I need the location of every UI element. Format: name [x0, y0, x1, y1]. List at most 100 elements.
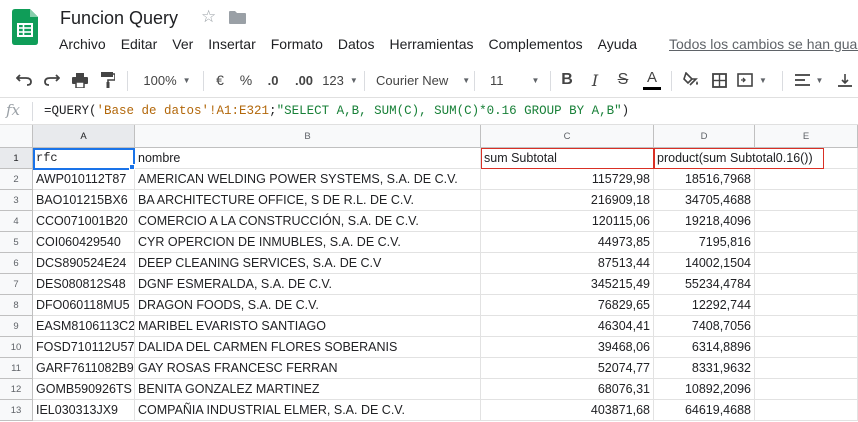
column-header-d[interactable]: D [654, 125, 755, 148]
text-color-button[interactable]: A [640, 62, 664, 98]
decrease-decimals-button[interactable]: .0 [260, 62, 286, 98]
cell-rfc[interactable]: DCS890524E24 [33, 253, 135, 274]
menu-complementos[interactable]: Complementos [488, 36, 582, 52]
borders-icon[interactable] [707, 62, 731, 98]
bold-button[interactable]: B [556, 62, 578, 98]
cell-rfc[interactable]: CCO071001B20 [33, 211, 135, 232]
empty-cell[interactable] [755, 316, 858, 337]
cell-product[interactable]: 55234,4784 [654, 274, 755, 295]
vertical-align-icon[interactable] [834, 62, 856, 98]
row-header[interactable]: 11 [0, 358, 33, 379]
cell-nombre[interactable]: MARIBEL EVARISTO SANTIAGO [135, 316, 481, 337]
row-header[interactable]: 9 [0, 316, 33, 337]
cell-sum-subtotal[interactable]: 44973,85 [481, 232, 654, 253]
currency-format-button[interactable]: € [210, 62, 230, 98]
star-icon[interactable]: ☆ [201, 7, 216, 27]
column-header-e[interactable]: E [755, 125, 858, 148]
cell-nombre[interactable]: COMPAÑIA INDUSTRIAL ELMER, S.A. DE C.V. [135, 400, 481, 421]
cell-product[interactable]: 8331,9632 [654, 358, 755, 379]
fill-handle[interactable] [129, 164, 135, 170]
cell-sum-subtotal[interactable]: 120115,06 [481, 211, 654, 232]
fill-color-icon[interactable] [679, 62, 703, 98]
row-header[interactable]: 1 [0, 148, 33, 169]
cell-product[interactable]: 7195,816 [654, 232, 755, 253]
header-cell-product[interactable]: product(sum Subtotal0.16()) [654, 148, 824, 169]
menu-herramientas[interactable]: Herramientas [389, 36, 473, 52]
zoom-select[interactable]: 100% ▼ [138, 62, 196, 98]
formula-input[interactable]: =QUERY('Base de datos'!A1:E321;"SELECT A… [44, 104, 629, 118]
column-header-a[interactable]: A [33, 125, 135, 148]
cell-sum-subtotal[interactable]: 68076,31 [481, 379, 654, 400]
document-title[interactable]: Funcion Query [60, 8, 178, 29]
cell-product[interactable]: 18516,7968 [654, 169, 755, 190]
row-header[interactable]: 4 [0, 211, 33, 232]
row-header[interactable]: 10 [0, 337, 33, 358]
cell-sum-subtotal[interactable]: 345215,49 [481, 274, 654, 295]
empty-cell[interactable] [755, 337, 858, 358]
cell-product[interactable]: 7408,7056 [654, 316, 755, 337]
cell-product[interactable]: 19218,4096 [654, 211, 755, 232]
folder-icon[interactable] [229, 11, 246, 24]
font-size-select[interactable]: 11 ▼ [482, 62, 544, 98]
cell-sum-subtotal[interactable]: 52074,77 [481, 358, 654, 379]
cell-nombre[interactable]: AMERICAN WELDING POWER SYSTEMS, S.A. DE … [135, 169, 481, 190]
cell-nombre[interactable]: DEEP CLEANING SERVICES, S.A. DE C.V [135, 253, 481, 274]
cell-product[interactable]: 10892,2096 [654, 379, 755, 400]
cell-rfc[interactable]: AWP010112T87 [33, 169, 135, 190]
row-header[interactable]: 8 [0, 295, 33, 316]
menu-datos[interactable]: Datos [338, 36, 375, 52]
header-cell-nombre[interactable]: nombre [135, 148, 481, 169]
cell-rfc[interactable]: FOSD710112U57 [33, 337, 135, 358]
cell-product[interactable]: 34705,4688 [654, 190, 755, 211]
column-header-c[interactable]: C [481, 125, 654, 148]
cell-rfc[interactable]: DFO060118MU5 [33, 295, 135, 316]
increase-decimals-button[interactable]: .00 [289, 62, 319, 98]
cell-product[interactable]: 14002,1504 [654, 253, 755, 274]
cell-rfc[interactable]: GARF7611082B9 [33, 358, 135, 379]
select-all-corner[interactable] [0, 125, 33, 148]
sheets-logo-icon[interactable] [12, 9, 38, 45]
cell-sum-subtotal[interactable]: 115729,98 [481, 169, 654, 190]
row-header[interactable]: 3 [0, 190, 33, 211]
undo-icon[interactable] [12, 62, 36, 98]
print-icon[interactable] [68, 62, 92, 98]
empty-cell[interactable] [824, 148, 858, 169]
cell-sum-subtotal[interactable]: 216909,18 [481, 190, 654, 211]
empty-cell[interactable] [755, 400, 858, 421]
row-header[interactable]: 5 [0, 232, 33, 253]
cell-rfc[interactable]: IEL030313JX9 [33, 400, 135, 421]
paint-format-icon[interactable] [96, 62, 120, 98]
cell-rfc[interactable]: DES080812S48 [33, 274, 135, 295]
italic-button[interactable]: I [584, 62, 606, 98]
strikethrough-button[interactable]: S [612, 62, 634, 98]
empty-cell[interactable] [755, 190, 858, 211]
cell-nombre[interactable]: DALIDA DEL CARMEN FLORES SOBERANIS [135, 337, 481, 358]
cell-sum-subtotal[interactable]: 46304,41 [481, 316, 654, 337]
cell-product[interactable]: 6314,8896 [654, 337, 755, 358]
cell-sum-subtotal[interactable]: 39468,06 [481, 337, 654, 358]
header-cell-rfc[interactable]: rfc [33, 148, 135, 169]
cell-rfc[interactable]: BAO101215BX6 [33, 190, 135, 211]
more-formats-button[interactable]: 123 ▼ [320, 62, 360, 98]
row-header[interactable]: 2 [0, 169, 33, 190]
horizontal-align-button[interactable]: ▼ [792, 62, 826, 98]
empty-cell[interactable] [755, 211, 858, 232]
column-header-b[interactable]: B [135, 125, 481, 148]
empty-cell[interactable] [755, 169, 858, 190]
cell-nombre[interactable]: COMERCIO A LA CONSTRUCCIÓN, S.A. DE C.V. [135, 211, 481, 232]
row-header[interactable]: 6 [0, 253, 33, 274]
row-header[interactable]: 13 [0, 400, 33, 421]
cell-nombre[interactable]: GAY ROSAS FRANCESC FERRAN [135, 358, 481, 379]
cell-rfc[interactable]: EASM8106113C2 [33, 316, 135, 337]
header-cell-sum-subtotal[interactable]: sum Subtotal [481, 148, 654, 169]
cell-sum-subtotal[interactable]: 76829,65 [481, 295, 654, 316]
empty-cell[interactable] [755, 274, 858, 295]
empty-cell[interactable] [755, 232, 858, 253]
cell-nombre[interactable]: BENITA GONZALEZ MARTINEZ [135, 379, 481, 400]
redo-icon[interactable] [40, 62, 64, 98]
percent-format-button[interactable]: % [235, 62, 257, 98]
row-header[interactable]: 7 [0, 274, 33, 295]
cell-product[interactable]: 64619,4688 [654, 400, 755, 421]
menu-ayuda[interactable]: Ayuda [598, 36, 637, 52]
cell-product[interactable]: 12292,744 [654, 295, 755, 316]
